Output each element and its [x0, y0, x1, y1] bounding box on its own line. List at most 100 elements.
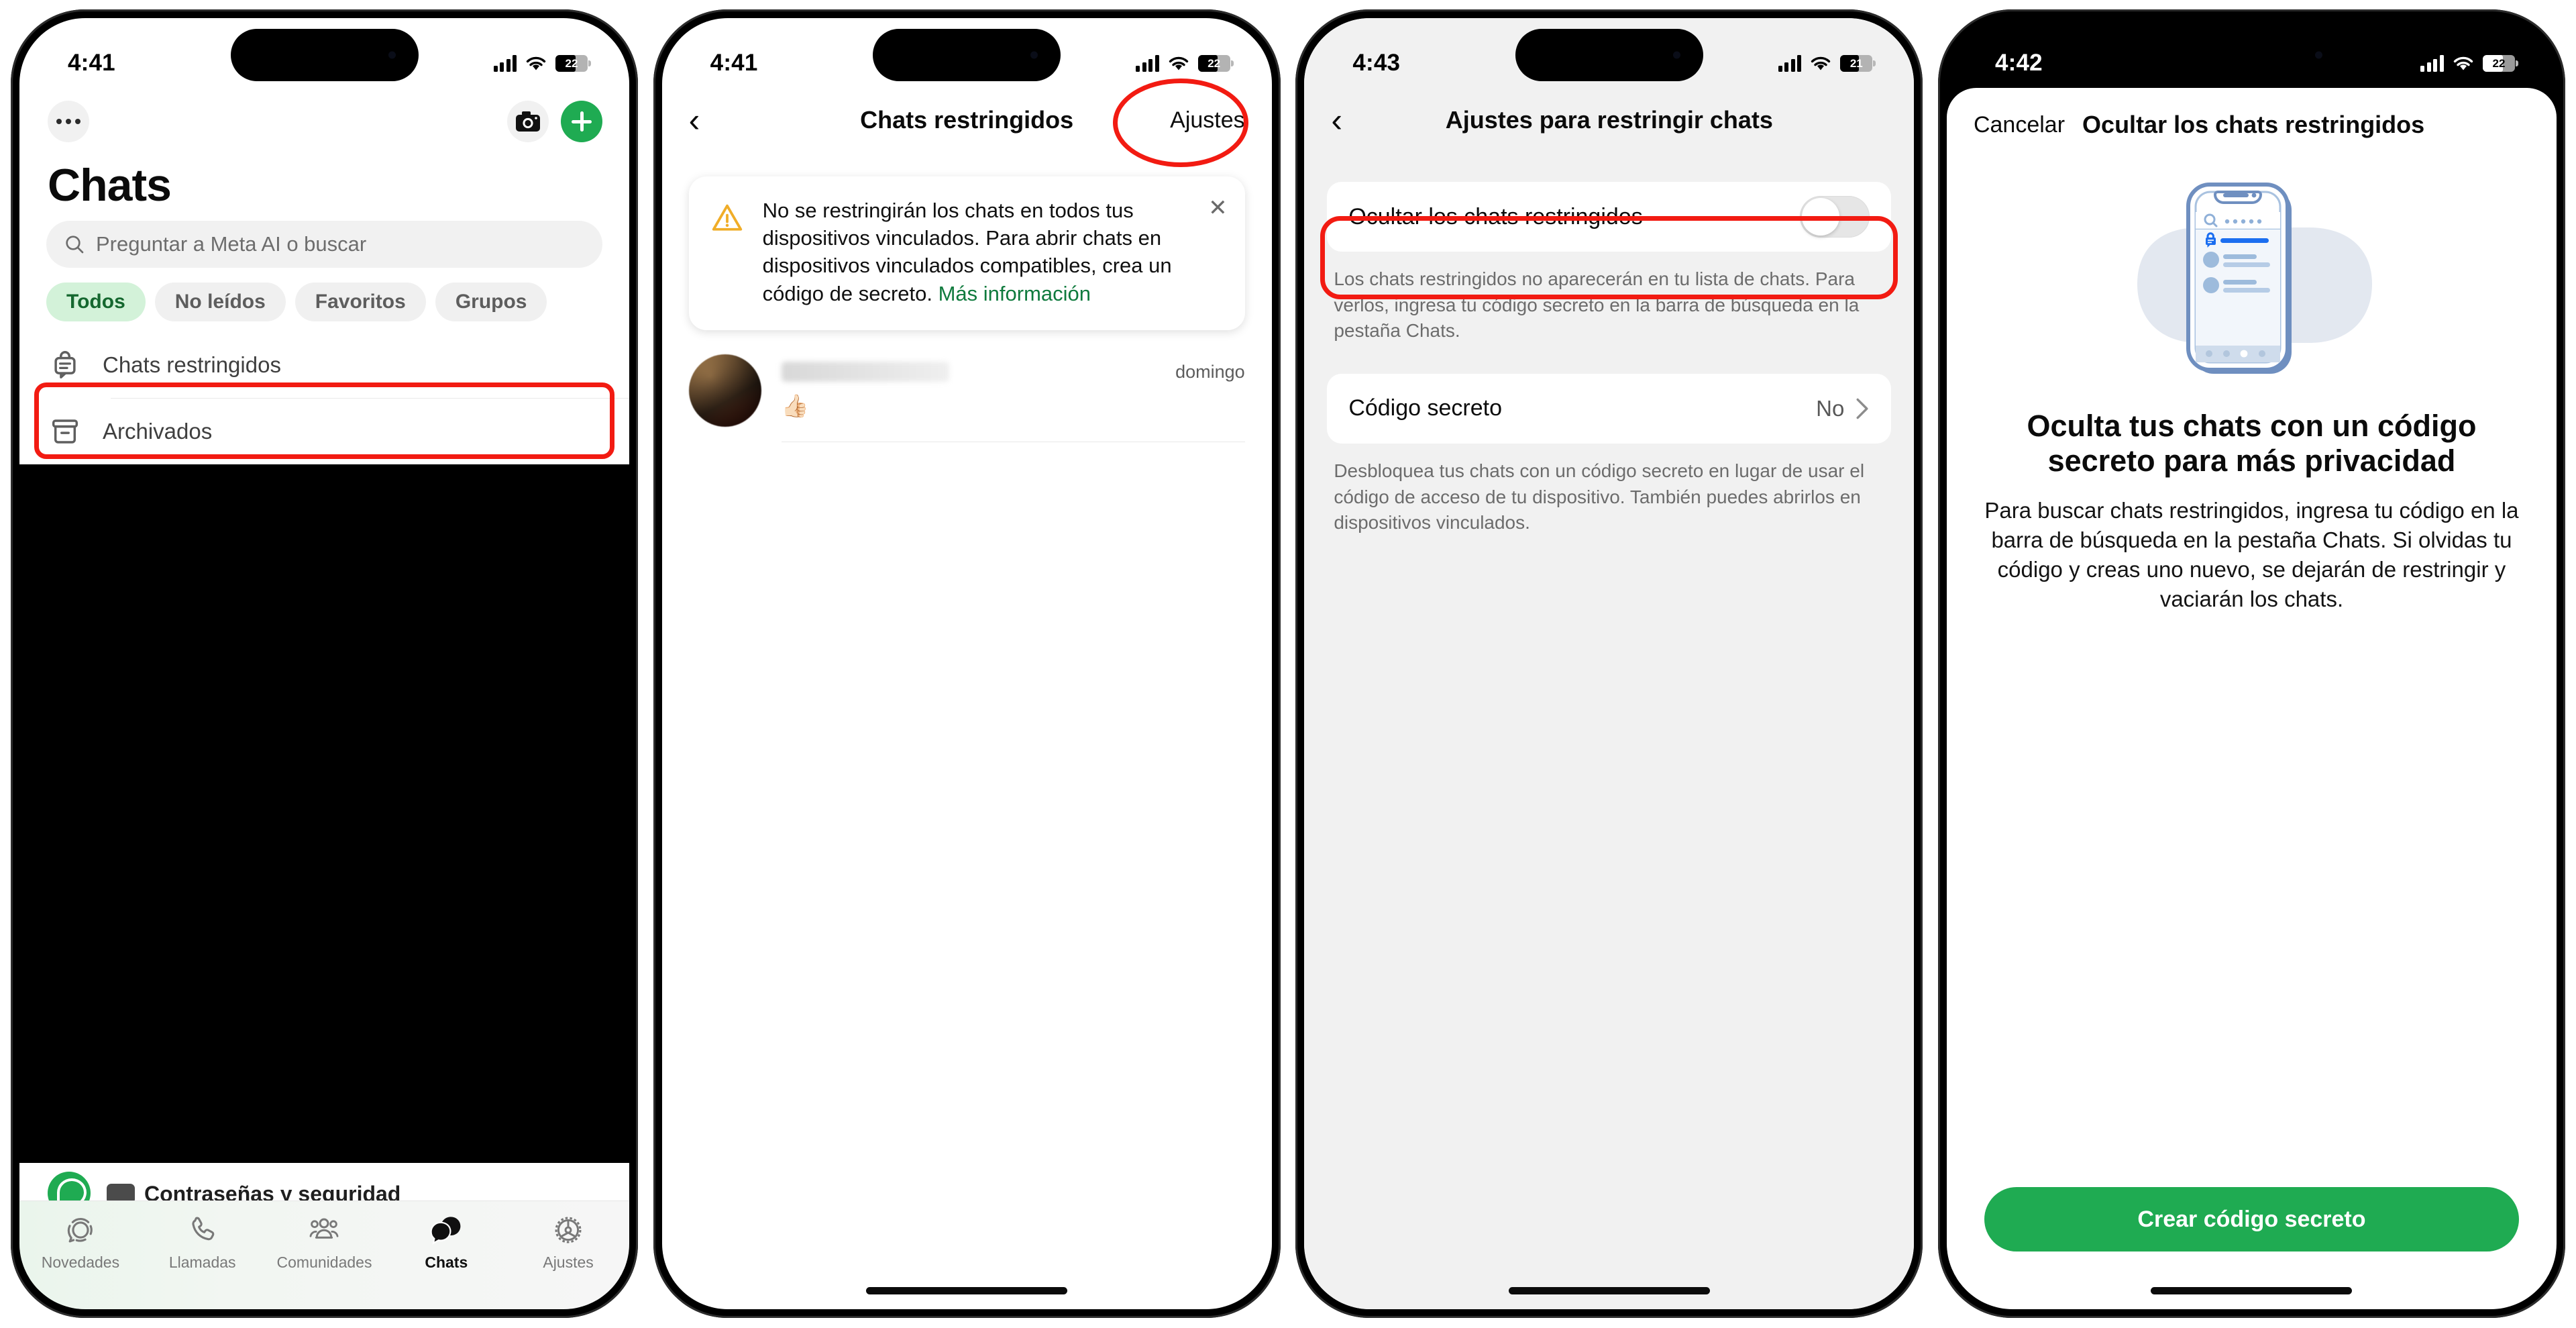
- camera-icon[interactable]: [507, 101, 549, 142]
- linked-devices-alert: No se restringirán los chats en todos tu…: [688, 176, 1245, 330]
- hide-locked-chats-card: Ocultar los chats restringidos: [1327, 182, 1892, 252]
- setting-label: Ocultar los chats restringidos: [1348, 203, 1643, 229]
- row-archivados[interactable]: Archivados: [19, 399, 629, 464]
- row-chats-restringidos[interactable]: Chats restringidos: [19, 332, 629, 398]
- cellular-signal-icon: [2420, 54, 2444, 72]
- cellular-signal-icon: [1136, 54, 1159, 72]
- cellular-signal-icon: [1778, 54, 1802, 72]
- row-label: Archivados: [103, 419, 213, 444]
- filter-chip-favoritos[interactable]: Favoritos: [294, 283, 426, 321]
- cellular-signal-icon: [493, 54, 517, 72]
- search-input[interactable]: Preguntar a Meta AI o buscar: [46, 221, 602, 268]
- alert-text: No se restringirán los chats en todos tu…: [763, 197, 1187, 307]
- search-icon: [66, 236, 84, 254]
- search-placeholder: Preguntar a Meta AI o buscar: [96, 232, 367, 256]
- nav-bar-2: ‹ Chats restringidos Ajustes: [662, 88, 1272, 152]
- whatsapp-avatar-icon: [48, 1172, 91, 1201]
- new-chat-plus-button[interactable]: [561, 101, 602, 142]
- sheet-heading: Oculta tus chats con un código secreto p…: [2027, 409, 2477, 478]
- row-ocultar-chats-restringidos[interactable]: Ocultar los chats restringidos: [1327, 182, 1891, 252]
- sheet-title: Ocultar los chats restringidos: [2082, 111, 2425, 138]
- nav-title: Ajustes para restringir chats: [1445, 106, 1773, 134]
- tab-chats[interactable]: Chats: [385, 1212, 507, 1272]
- battery-percent: 22: [565, 56, 578, 70]
- phone-2-locked-chats: 4:41 22 ‹ Chats restringidos Ajustes No …: [653, 9, 1281, 1318]
- hide-locked-chats-toggle[interactable]: [1800, 196, 1870, 238]
- chevron-left-icon[interactable]: ‹: [1331, 103, 1371, 137]
- wifi-icon: [1169, 56, 1188, 70]
- sheet-body: Oculta tus chats con un código secreto p…: [1947, 139, 2557, 1187]
- page-title: Chats: [48, 160, 172, 211]
- warning-triangle-icon: [712, 204, 742, 231]
- create-secret-code-button[interactable]: Crear código secreto: [1984, 1187, 2519, 1252]
- more-dots-icon[interactable]: [48, 101, 89, 142]
- status-ring-icon: [64, 1212, 97, 1248]
- status-time: 4:41: [68, 50, 115, 76]
- status-bar-4: 4:42 22: [1947, 18, 2557, 88]
- phone-1-chats-list: 4:41 22 Chats Preguntar a Meta AI o busc…: [11, 9, 638, 1318]
- row-label: Chats restringidos: [103, 352, 281, 377]
- chat-preview-emoji: 👍🏻: [781, 393, 809, 418]
- close-icon[interactable]: ✕: [1204, 197, 1228, 219]
- screenshot-stage: 4:41 22 Chats Preguntar a Meta AI o busc…: [0, 0, 2576, 1328]
- battery-percent: 21: [1849, 56, 1863, 70]
- bottom-tab-bar: Novedades Llamadas Comunidades Chats Aju…: [19, 1201, 629, 1309]
- chat-bubbles-icon: [429, 1212, 464, 1248]
- chevron-right-icon: [1856, 398, 1868, 419]
- filter-chip-no-leidos[interactable]: No leídos: [154, 283, 286, 321]
- filter-chip-todos[interactable]: Todos: [46, 283, 146, 321]
- nav-action-ajustes[interactable]: Ajustes: [1170, 107, 1245, 134]
- lock-square-icon: [107, 1184, 135, 1201]
- secret-code-note: Desbloquea tus chats con un código secre…: [1334, 460, 1865, 533]
- tab-label: Comunidades: [276, 1254, 372, 1271]
- wifi-icon: [526, 56, 546, 70]
- tab-comunidades[interactable]: Comunidades: [264, 1212, 386, 1272]
- nav-bar-3: ‹ Ajustes para restringir chats: [1304, 88, 1915, 152]
- avatar: [688, 354, 761, 427]
- sheet-nav: Cancelar Ocultar los chats restringidos: [1947, 88, 2557, 139]
- chevron-left-icon[interactable]: ‹: [689, 103, 729, 137]
- battery-icon: 22: [1197, 54, 1234, 72]
- partial-chat-row[interactable]: Contraseñas y seguridad: [19, 1163, 629, 1201]
- home-indicator: [2151, 1287, 2353, 1294]
- tab-novedades[interactable]: Novedades: [19, 1212, 142, 1272]
- row-codigo-secreto[interactable]: Código secreto No: [1327, 374, 1891, 444]
- status-bar-1: 4:41 22: [19, 18, 629, 88]
- chat-name-redacted: [781, 362, 949, 382]
- home-indicator: [866, 1287, 1068, 1294]
- phone-4-hide-locked-chats-sheet: 4:42 22 Cancelar Ocultar los chats restr…: [1937, 9, 2565, 1318]
- status-time: 4:41: [710, 50, 758, 76]
- tab-llamadas[interactable]: Llamadas: [142, 1212, 264, 1272]
- partial-row-text: Contraseñas y seguridad: [107, 1182, 400, 1201]
- setting-value: No: [1816, 395, 1845, 421]
- battery-icon: 22: [555, 54, 591, 72]
- archive-box-icon: [52, 419, 78, 444]
- phone-icon: [186, 1212, 219, 1248]
- chat-timestamp: domingo: [1175, 361, 1245, 382]
- battery-icon: 21: [1840, 54, 1876, 72]
- status-time: 4:42: [1994, 50, 2043, 76]
- communities-icon: [307, 1212, 341, 1248]
- chats-top-bar: [19, 88, 629, 150]
- tab-ajustes[interactable]: Ajustes: [507, 1212, 629, 1272]
- special-rows: Chats restringidos Archivados: [19, 332, 629, 464]
- tab-label: Novedades: [41, 1254, 120, 1271]
- locked-chat-list-item[interactable]: domingo 👍🏻: [662, 330, 1272, 442]
- status-time: 4:43: [1352, 50, 1401, 76]
- hide-locked-chats-note: Los chats restringidos no aparecerán en …: [1334, 268, 1860, 342]
- phone-locked-chat-illustration: [2137, 183, 2373, 374]
- setting-value-wrap: No: [1816, 396, 1870, 421]
- filter-chip-grupos[interactable]: Grupos: [435, 283, 547, 321]
- battery-icon: 22: [2482, 54, 2518, 72]
- tab-label: Ajustes: [543, 1254, 594, 1271]
- setting-label: Código secreto: [1348, 395, 1502, 421]
- home-indicator: [1508, 1287, 1710, 1294]
- alert-link[interactable]: Más información: [938, 282, 1091, 305]
- tab-label: Chats: [425, 1254, 468, 1271]
- secret-code-card: Código secreto No: [1327, 373, 1892, 444]
- phone-3-locked-chat-settings: 4:43 21 ‹ Ajustes para restringir chats …: [1295, 9, 1923, 1318]
- battery-percent: 22: [1208, 56, 1221, 70]
- wifi-icon: [1811, 56, 1831, 70]
- wifi-icon: [2453, 56, 2473, 70]
- cancel-button[interactable]: Cancelar: [1974, 112, 2065, 138]
